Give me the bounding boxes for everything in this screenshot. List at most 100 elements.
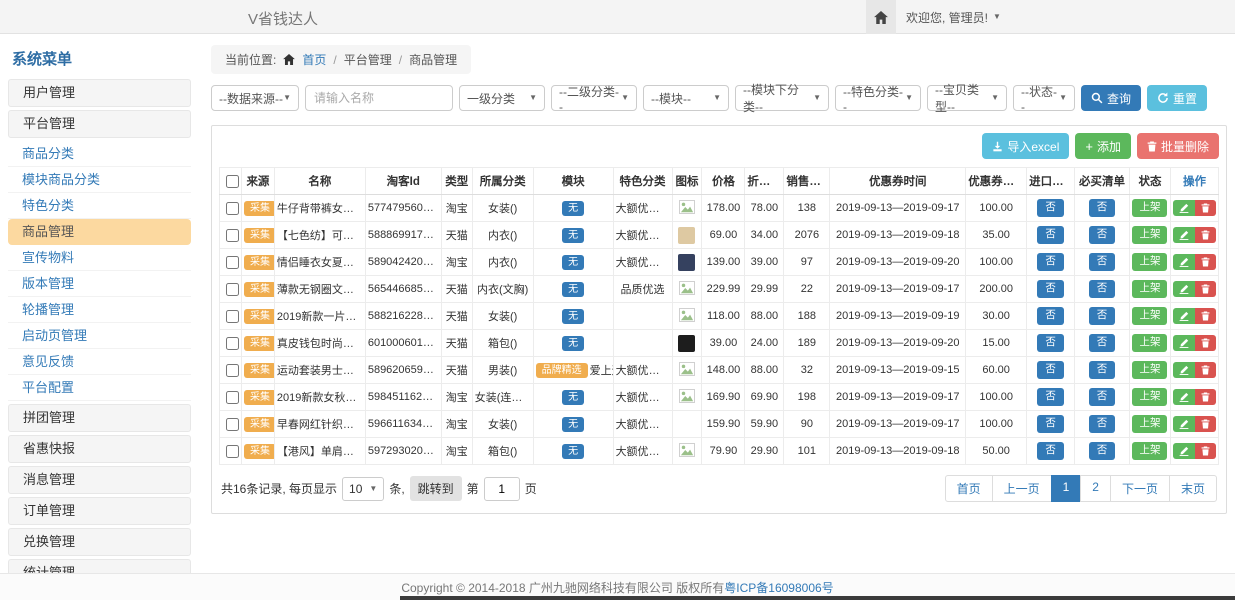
sidebar-item-消息管理[interactable]: 消息管理 (8, 466, 191, 494)
reset-button[interactable]: 重置 (1147, 85, 1207, 111)
sidebar-subitem-宣传物料[interactable]: 宣传物料 (8, 245, 191, 271)
home-button[interactable] (866, 0, 896, 34)
must-buy-toggle[interactable]: 否 (1089, 199, 1116, 217)
select-all-checkbox[interactable] (226, 175, 239, 188)
status-badge[interactable]: 上架 (1132, 280, 1167, 298)
must-buy-toggle[interactable]: 否 (1089, 226, 1116, 244)
sidebar-subitem-版本管理[interactable]: 版本管理 (8, 271, 191, 297)
import-select-toggle[interactable]: 否 (1037, 388, 1064, 406)
filter-select-2[interactable]: 一级分类▼ (459, 85, 545, 111)
filter-select-5[interactable]: --模块下分类--▼ (735, 85, 829, 111)
row-checkbox[interactable] (226, 418, 239, 431)
delete-button[interactable] (1195, 200, 1216, 216)
sidebar-subitem-平台配置[interactable]: 平台配置 (8, 375, 191, 401)
row-checkbox[interactable] (226, 310, 239, 323)
jump-page-input[interactable] (484, 477, 520, 501)
import-select-toggle[interactable]: 否 (1037, 199, 1064, 217)
import-select-toggle[interactable]: 否 (1037, 334, 1064, 352)
import-select-toggle[interactable]: 否 (1037, 415, 1064, 433)
filter-select-0[interactable]: --数据来源--▼ (211, 85, 299, 111)
delete-button[interactable] (1195, 389, 1216, 405)
must-buy-toggle[interactable]: 否 (1089, 415, 1116, 433)
filter-select-4[interactable]: --模块--▼ (643, 85, 729, 111)
sidebar-subitem-特色分类[interactable]: 特色分类 (8, 193, 191, 219)
must-buy-toggle[interactable]: 否 (1089, 253, 1116, 271)
edit-button[interactable] (1173, 416, 1195, 432)
edit-button[interactable] (1173, 389, 1195, 405)
sidebar-item-兑换管理[interactable]: 兑换管理 (8, 528, 191, 556)
row-checkbox[interactable] (226, 445, 239, 458)
sidebar-item-统计管理[interactable]: 统计管理 (8, 559, 191, 573)
sidebar-item-用户管理[interactable]: 用户管理 (8, 79, 191, 107)
row-checkbox[interactable] (226, 256, 239, 269)
filter-select-6[interactable]: --特色分类--▼ (835, 85, 921, 111)
must-buy-toggle[interactable]: 否 (1089, 361, 1116, 379)
breadcrumb-home-link[interactable]: 首页 (302, 51, 326, 68)
status-badge[interactable]: 上架 (1132, 253, 1167, 271)
delete-button[interactable] (1195, 416, 1216, 432)
status-badge[interactable]: 上架 (1132, 442, 1167, 460)
import-select-toggle[interactable]: 否 (1037, 253, 1064, 271)
search-button[interactable]: 查询 (1081, 85, 1141, 111)
jump-button[interactable]: 跳转到 (410, 476, 462, 501)
delete-button[interactable] (1195, 254, 1216, 270)
import-select-toggle[interactable]: 否 (1037, 226, 1064, 244)
sidebar-item-订单管理[interactable]: 订单管理 (8, 497, 191, 525)
sidebar-subitem-商品分类[interactable]: 商品分类 (8, 141, 191, 167)
row-checkbox[interactable] (226, 337, 239, 350)
page-button-2[interactable]: 2 (1080, 475, 1111, 502)
status-badge[interactable]: 上架 (1132, 307, 1167, 325)
page-button-上一页[interactable]: 上一页 (992, 475, 1052, 502)
row-checkbox[interactable] (226, 283, 239, 296)
row-checkbox[interactable] (226, 202, 239, 215)
import-select-toggle[interactable]: 否 (1037, 442, 1064, 460)
sidebar-subitem-意见反馈[interactable]: 意见反馈 (8, 349, 191, 375)
sidebar-subitem-启动页管理[interactable]: 启动页管理 (8, 323, 191, 349)
must-buy-toggle[interactable]: 否 (1089, 280, 1116, 298)
import-select-toggle[interactable]: 否 (1037, 307, 1064, 325)
must-buy-toggle[interactable]: 否 (1089, 307, 1116, 325)
must-buy-toggle[interactable]: 否 (1089, 442, 1116, 460)
status-badge[interactable]: 上架 (1132, 334, 1167, 352)
icp-link[interactable]: 粤ICP备16098006号 (724, 579, 833, 596)
horizontal-scrollbar[interactable] (400, 596, 1235, 600)
edit-button[interactable] (1173, 281, 1195, 297)
page-button-下一页[interactable]: 下一页 (1110, 475, 1170, 502)
edit-button[interactable] (1173, 308, 1195, 324)
status-badge[interactable]: 上架 (1132, 226, 1167, 244)
status-badge[interactable]: 上架 (1132, 361, 1167, 379)
sidebar-item-省惠快报[interactable]: 省惠快报 (8, 435, 191, 463)
batch-delete-button[interactable]: 批量删除 (1137, 133, 1219, 159)
edit-button[interactable] (1173, 254, 1195, 270)
edit-button[interactable] (1173, 362, 1195, 378)
status-badge[interactable]: 上架 (1132, 388, 1167, 406)
delete-button[interactable] (1195, 308, 1216, 324)
sidebar-subitem-商品管理[interactable]: 商品管理 (8, 219, 191, 245)
per-page-select[interactable]: 10 ▼ (342, 477, 384, 501)
filter-select-7[interactable]: --宝贝类型--▼ (927, 85, 1007, 111)
row-checkbox[interactable] (226, 364, 239, 377)
edit-button[interactable] (1173, 335, 1195, 351)
import-select-toggle[interactable]: 否 (1037, 361, 1064, 379)
must-buy-toggle[interactable]: 否 (1089, 388, 1116, 406)
user-menu[interactable]: 欢迎您, 管理员! ▼ (906, 0, 1001, 34)
name-search-input[interactable] (305, 85, 453, 111)
sidebar-subitem-模块商品分类[interactable]: 模块商品分类 (8, 167, 191, 193)
page-button-1[interactable]: 1 (1051, 475, 1082, 502)
filter-select-8[interactable]: --状态--▼ (1013, 85, 1075, 111)
delete-button[interactable] (1195, 443, 1216, 459)
row-checkbox[interactable] (226, 229, 239, 242)
sidebar-item-拼团管理[interactable]: 拼团管理 (8, 404, 191, 432)
add-button[interactable]: + 添加 (1075, 133, 1131, 159)
import-select-toggle[interactable]: 否 (1037, 280, 1064, 298)
delete-button[interactable] (1195, 281, 1216, 297)
status-badge[interactable]: 上架 (1132, 199, 1167, 217)
page-button-末页[interactable]: 末页 (1169, 475, 1217, 502)
sidebar-item-平台管理[interactable]: 平台管理 (8, 110, 191, 138)
page-button-首页[interactable]: 首页 (945, 475, 993, 502)
import-excel-button[interactable]: 导入excel (982, 133, 1069, 159)
filter-select-3[interactable]: --二级分类--▼ (551, 85, 637, 111)
must-buy-toggle[interactable]: 否 (1089, 334, 1116, 352)
edit-button[interactable] (1173, 200, 1195, 216)
status-badge[interactable]: 上架 (1132, 415, 1167, 433)
